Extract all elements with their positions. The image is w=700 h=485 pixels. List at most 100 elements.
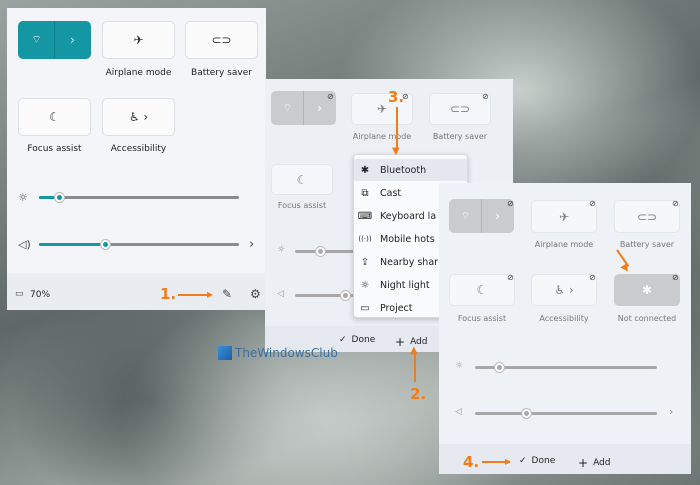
brightness-icon: ☼ [277,245,286,255]
bluetooth-status-label: Not connected [617,314,677,323]
accessibility-tile[interactable]: ♿ › [102,98,175,136]
unpin-icon[interactable]: ⊘ [507,273,516,282]
brightness-slider-thumb [494,362,505,373]
arrowhead-right-icon: ▸ [505,454,512,468]
plus-icon: + [578,456,589,470]
airplane-mode-tile: ✈ [531,200,597,233]
accessibility-label: Accessibility [539,314,589,323]
chevron-right-icon[interactable]: › [249,237,254,252]
unpin-icon[interactable]: ⊘ [589,273,598,282]
watermark: TheWindowsClub [218,346,338,360]
keyboard-icon: ⌨ [357,210,373,222]
brightness-slider-thumb [315,246,326,257]
project-icon: ▭ [360,302,370,314]
brightness-slider-track[interactable] [39,196,239,199]
menu-item-label: Cast [380,187,402,199]
unpin-icon[interactable]: ⊘ [672,273,681,282]
watermark-logo-icon [218,346,232,360]
done-label: Done [531,456,556,466]
chevron-right-icon: › [495,209,500,223]
battery-saver-tile: ⊂⊃ [614,200,680,233]
volume-slider-thumb [521,408,532,419]
step-3-arrow [396,107,398,149]
unpin-icon[interactable]: ⊘ [589,199,598,208]
quick-settings-result-panel: ⌔ › ⊘ ✈ ⊘ Airplane mode ⊂⊃ ⊘ Battery sav… [439,183,691,474]
arrowhead-up-icon: ▲ [410,345,418,356]
wifi-tile-editing[interactable]: ⌔ › [449,199,514,233]
focus-assist-tile: ☾ [449,274,515,306]
edit-pencil-icon[interactable]: ✎ [222,287,232,301]
unpin-icon[interactable]: ⊘ [482,92,491,101]
add-button[interactable]: + Add [578,456,611,470]
bluetooth-icon: ✱ [641,283,653,297]
step-4-label: 4. [463,453,480,471]
nearby-share-icon: ⇪ [360,256,370,268]
chevron-right-icon: › [669,405,674,418]
focus-assist-label: Focus assist [27,144,82,154]
volume-icon: ◁ [455,407,462,417]
step-2-label: 2. [410,385,427,403]
chevron-right-icon: › [317,101,322,115]
battery-saver-icon: ⊂⊃ [449,102,471,116]
wifi-tile[interactable]: ⌔ › [18,21,91,59]
night-light-icon: ☼ [360,279,370,291]
volume-icon: ◁ [277,289,284,299]
quick-settings-panel: ⌔ › ✈ Airplane mode ⊂⊃ Battery saver ☾ F… [7,8,266,310]
accessibility-label: Accessibility [110,144,167,154]
wifi-icon: ⌔ [460,210,471,222]
settings-gear-icon[interactable]: ⚙ [250,287,261,301]
watermark-text: TheWindowsClub [235,346,338,360]
step-1-label: 1. [160,285,177,303]
battery-percentage: 70% [30,290,51,300]
wifi-icon: ⌔ [282,102,293,114]
airplane-mode-label: Airplane mode [534,240,594,249]
focus-assist-label: Focus assist [457,314,507,323]
battery-saver-label: Battery saver [619,240,675,249]
bluetooth-icon: ✱ [360,164,370,176]
arrowhead-right-icon: ▸ [207,287,214,301]
moon-icon: ☾ [49,110,60,124]
brightness-slider-thumb[interactable] [54,192,65,203]
done-button[interactable]: ✓ Done [519,456,555,466]
menu-item-label: Project [380,302,413,314]
airplane-icon: ✈ [376,102,388,116]
add-label: Add [593,458,611,468]
battery-saver-label: Battery saver [432,132,488,141]
airplane-icon: ✈ [133,33,144,47]
focus-assist-tile[interactable]: ☾ [18,98,91,136]
checkmark-icon: ✓ [339,335,347,345]
accessibility-icon: ♿ › [128,110,149,124]
chevron-right-icon[interactable]: › [55,33,90,47]
bluetooth-tile[interactable]: ✱ [614,274,680,306]
unpin-icon[interactable]: ⊘ [672,199,681,208]
airplane-mode-label: Airplane mode [105,68,172,78]
airplane-mode-label: Airplane mode [352,132,412,141]
moon-icon: ☾ [296,172,308,187]
wifi-icon: ⌔ [31,33,42,46]
battery-saver-icon: ⊂⊃ [211,33,232,47]
menu-item-bluetooth[interactable]: ✱ Bluetooth [354,159,467,181]
volume-slider-track [475,412,657,415]
volume-icon: ◁) [18,238,31,251]
unpin-icon[interactable]: ⊘ [507,199,516,208]
focus-assist-tile: ☾ [271,164,333,195]
volume-slider-thumb [340,290,351,301]
accessibility-icon: ♿ › [554,283,574,297]
focus-assist-label: Focus assist [277,201,327,210]
airplane-mode-tile[interactable]: ✈ [102,21,175,59]
battery-icon: ▭ [15,289,24,299]
moon-icon: ☾ [476,283,488,297]
volume-slider-thumb[interactable] [100,239,111,250]
unpin-icon[interactable]: ⊘ [327,92,336,101]
step-2-arrow [414,354,416,382]
plus-icon: + [395,335,406,349]
volume-slider-fill [39,243,105,246]
brightness-icon: ☼ [18,191,28,204]
accessibility-tile: ♿ › [531,274,597,306]
done-button[interactable]: ✓ Done [339,335,375,345]
done-label: Done [351,335,376,345]
menu-item-label: Night light [380,279,430,291]
step-3-label: 3. [388,88,405,106]
battery-saver-tile[interactable]: ⊂⊃ [185,21,258,59]
cast-icon: ⧉ [361,187,369,199]
